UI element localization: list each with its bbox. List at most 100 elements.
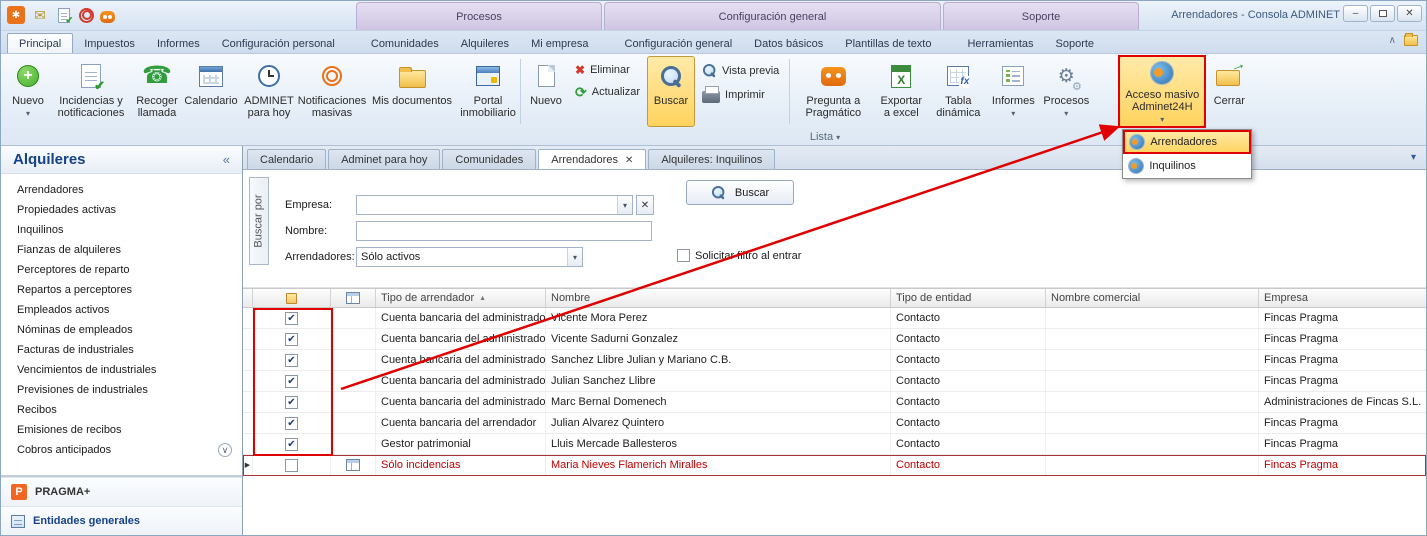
tab-principal[interactable]: Principal [7,33,73,53]
calendario-button[interactable]: Calendario [183,56,239,127]
tab-datos-basicos[interactable]: Datos básicos [743,34,834,53]
solicitar-filtro-checkbox-row[interactable]: Solicitar filtro al entrar [677,249,801,262]
sidebar-collapse-icon[interactable]: « [223,152,230,167]
eliminar-button[interactable]: Eliminar [570,61,645,79]
tabla-dinamica-button[interactable]: Tabla dinámica [929,56,987,127]
sidebar-item-vencimientos-de-industriales[interactable]: Vencimientos de industriales [1,360,242,380]
row-checkbox[interactable]: ✔ [285,312,298,325]
tab-impuestos[interactable]: Impuestos [73,34,146,53]
checkbox-cell[interactable]: ✔ [253,392,331,412]
table-row[interactable]: ✔Cuenta bancaria del administradorMarc B… [243,392,1426,413]
checkbox-cell[interactable]: ✔ [253,308,331,328]
tab-herramientas[interactable]: Herramientas [956,34,1044,53]
tab-alquileres[interactable]: Alquileres [450,34,520,53]
sidebar-item-emisiones-de-recibos[interactable]: Emisiones de recibos [1,420,242,440]
table-row[interactable]: ▶Sólo incidenciasMaria Nieves Flamerich … [243,455,1426,476]
tab-mi-empresa[interactable]: Mi empresa [520,34,599,53]
arrendadores-combo[interactable]: Sólo activos ▾ [356,247,583,267]
sidebar-item-facturas-de-industriales[interactable]: Facturas de industriales [1,340,242,360]
procesos-button[interactable]: Procesos ▾ [1039,56,1093,127]
checkbox-cell[interactable]: ✔ [253,329,331,349]
checkbox-cell[interactable]: ✔ [253,350,331,370]
menu-item-arrendadores[interactable]: Arrendadores [1123,130,1251,154]
sidebar-item-nominas-de-empleados[interactable]: Nóminas de empleados [1,320,242,340]
tab-list-dropdown-icon[interactable]: ▾ [1411,152,1416,163]
row-checkbox[interactable]: ✔ [285,354,298,367]
mis-documentos-button[interactable]: Mis documentos [365,56,459,127]
doc-tab-alquileres-inquilinos[interactable]: Alquileres: Inquilinos [648,149,775,169]
sidebar-item-propiedades-activas[interactable]: Propiedades activas [1,200,242,220]
sidebar-section-entidades-generales[interactable]: Entidades generales [1,506,242,535]
solicitar-filtro-checkbox[interactable] [677,249,690,262]
acceso-masivo-button[interactable]: Acceso masivo Adminet24H ▾ ArrendadoresI… [1119,56,1205,127]
row-checkbox[interactable]: ✔ [285,396,298,409]
minimize-button[interactable]: – [1343,5,1368,22]
row-checkbox[interactable]: ✔ [285,417,298,430]
informes-button[interactable]: Informes ▾ [987,56,1039,127]
sidebar-item-previsiones-de-industriales[interactable]: Previsiones de industriales [1,380,242,400]
doc-tab-calendario[interactable]: Calendario [247,149,326,169]
restore-button[interactable] [1370,5,1395,22]
incidencias-button[interactable]: Incidencias y notificaciones [51,56,131,127]
checkbox-cell[interactable]: ✔ [253,434,331,454]
actualizar-button[interactable]: Actualizar [570,83,645,101]
tab-informes[interactable]: Informes [146,34,211,53]
ribbon-group-lista[interactable]: Lista ▾ [799,131,851,143]
sidebar-item-empleados-activos[interactable]: Empleados activos [1,300,242,320]
chevron-down-icon[interactable]: ▾ [567,248,582,266]
recoger-llamada-button[interactable]: Recoger llamada [131,56,183,127]
row-checkbox[interactable]: ✔ [285,375,298,388]
pragmatico-icon[interactable] [100,11,115,23]
doc-tab-comunidades[interactable]: Comunidades [442,149,536,169]
notificaciones-masivas-button[interactable]: Notificaciones masivas [299,56,365,127]
cerrar-button[interactable]: Cerrar [1205,56,1253,127]
close-button[interactable]: ✕ [1397,5,1422,22]
pregunta-pragmatico-button[interactable]: Pregunta a Pragmático [793,56,873,127]
sidebar-item-perceptores-de-reparto[interactable]: Perceptores de reparto [1,260,242,280]
tab-close-icon[interactable]: ✕ [625,155,633,166]
sidebar-section-pragma[interactable]: PRAGMA+ [1,477,242,506]
table-row[interactable]: ✔Gestor patrimonialLluis Mercade Ballest… [243,434,1426,455]
buscar-filter-button[interactable]: Buscar [686,180,794,205]
sidebar-item-repartos-a-perceptores[interactable]: Repartos a perceptores [1,280,242,300]
mail-icon[interactable] [31,6,49,24]
sidebar-item-inquilinos[interactable]: Inquilinos [1,220,242,240]
column-header-empresa[interactable]: Empresa [1259,289,1426,307]
checkbox-cell[interactable]: ✔ [253,413,331,433]
nombre-input[interactable] [356,221,652,241]
table-row[interactable]: ✔Cuenta bancaria del administradorVicent… [243,329,1426,350]
icon-column-header[interactable] [331,289,376,307]
table-row[interactable]: ✔Cuenta bancaria del arrendadorJulian Al… [243,413,1426,434]
nuevo-registro-button[interactable]: Nuevo [524,56,568,127]
table-row[interactable]: ✔Cuenta bancaria del administradorSanche… [243,350,1426,371]
sidebar-item-arrendadores[interactable]: Arrendadores [1,180,242,200]
sidebar-item-recibos[interactable]: Recibos [1,400,242,420]
nuevo-button[interactable]: Nuevo ▾ [5,56,51,127]
tab-configuracion-general[interactable]: Configuración general [614,34,744,53]
tab-configuracion-personal[interactable]: Configuración personal [211,34,346,53]
checkbox-cell[interactable]: ✔ [253,371,331,391]
table-row[interactable]: ✔Cuenta bancaria del administradorVicent… [243,308,1426,329]
filter-side-tab[interactable]: Buscar por [249,177,269,265]
app-icon[interactable] [7,6,25,24]
empresa-combo[interactable]: ▾ [356,195,633,215]
tab-plantillas-de-texto[interactable]: Plantillas de texto [834,34,942,53]
incidencias-quick-icon[interactable] [55,6,73,24]
checkbox-column-header[interactable] [253,289,331,307]
row-checkbox[interactable]: ✔ [285,438,298,451]
column-header-tipo-de-entidad[interactable]: Tipo de entidad [891,289,1046,307]
row-checkbox[interactable] [285,459,298,472]
ribbon-collapse-icon[interactable]: ∧ [1389,35,1396,46]
folder-quick-icon[interactable] [1404,35,1418,46]
overflow-down-icon[interactable]: ∨ [218,443,232,457]
menu-item-inquilinos[interactable]: Inquilinos [1123,154,1251,178]
sidebar-item-cobros-anticipados[interactable]: Cobros anticipados∨ [1,440,242,460]
imprimir-button[interactable]: Imprimir [697,84,784,105]
empresa-clear-button[interactable]: ✕ [636,195,654,215]
tab-soporte[interactable]: Soporte [1045,34,1106,53]
column-header-tipo-de-arrendador[interactable]: Tipo de arrendador▲ [376,289,546,307]
notifications-icon[interactable] [79,8,94,23]
portal-inmobiliario-button[interactable]: Portal inmobiliario [459,56,517,127]
checkbox-cell[interactable] [253,455,331,475]
row-checkbox[interactable]: ✔ [285,333,298,346]
